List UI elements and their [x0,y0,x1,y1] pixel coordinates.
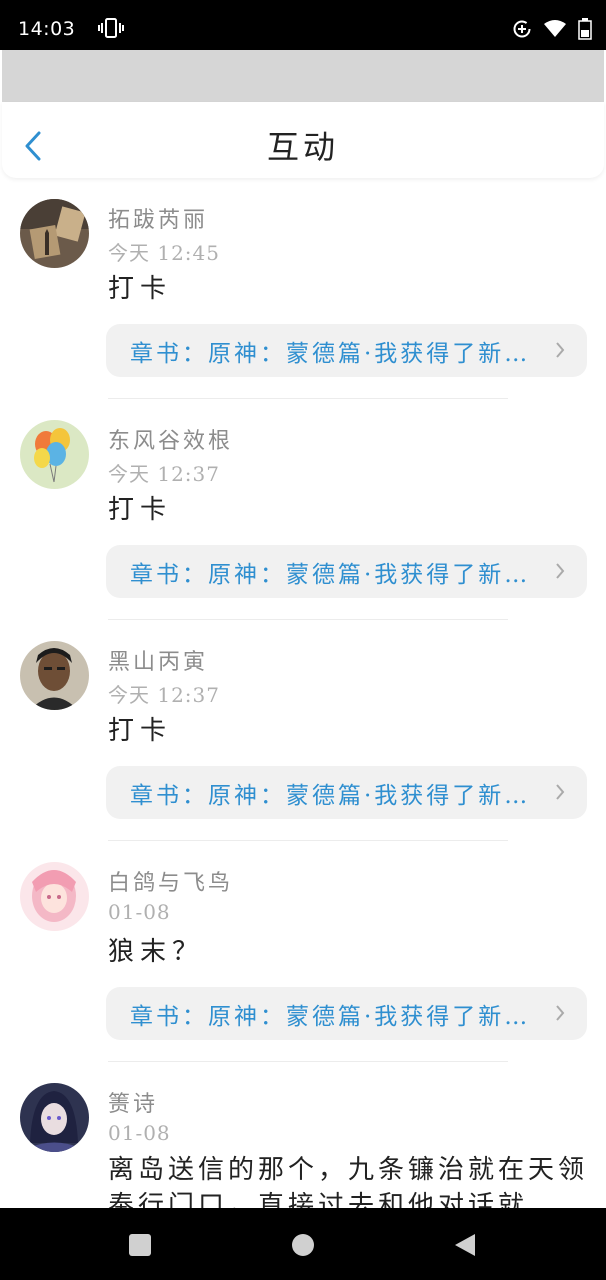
comment-text: 打卡 [108,716,173,746]
wifi-icon [544,20,566,38]
status-icons [98,18,592,40]
top-spacer [2,50,604,102]
chapter-link[interactable]: 章书：原神：蒙德篇·我获得了新… [106,324,587,377]
divider [108,398,508,399]
home-icon [292,1234,314,1256]
username[interactable]: 白鸽与飞鸟 [108,865,233,897]
comment-list[interactable]: 拓跋芮丽 今天 12:45 打卡 章书：原神：蒙德篇·我获得了新… 东风谷效根 … [0,186,606,1208]
comment-text: 打卡 [108,495,173,525]
timestamp: 今天 12:45 [108,241,220,265]
comment-item: 黑山丙寅 今天 12:37 打卡 章书：原神：蒙德篇·我获得了新… [0,628,606,849]
timestamp: 01-08 [108,1121,171,1145]
comment-text: 打卡 [108,274,173,304]
comment-text: 狼末？ [108,937,205,967]
avatar[interactable] [20,199,89,268]
system-back-button[interactable] [450,1230,480,1260]
chevron-right-icon [556,784,565,800]
status-time: 14:03 [18,18,76,40]
avatar[interactable] [20,641,89,710]
username[interactable]: 东风谷效根 [108,423,233,455]
chapter-link-label: 章书：原神：蒙德篇·我获得了新… [130,561,531,588]
navigation-bar [0,1208,606,1280]
back-triangle-icon [455,1234,475,1256]
timestamp: 01-08 [108,900,171,924]
chapter-link-label: 章书：原神：蒙德篇·我获得了新… [130,782,531,809]
timestamp: 今天 12:37 [108,462,220,486]
comment-text: 离岛送信的那个，九条镰治就在天领奉行门口，直接过去和他对话就 [108,1155,589,1208]
avatar[interactable] [20,862,89,931]
chapter-link[interactable]: 章书：原神：蒙德篇·我获得了新… [106,766,587,819]
data-saver-icon [512,19,532,39]
header-bar: 互动 [2,102,604,178]
battery-icon [578,18,592,40]
divider [108,1061,508,1062]
comment-item: 东风谷效根 今天 12:37 打卡 章书：原神：蒙德篇·我获得了新… [0,407,606,628]
chapter-link-label: 章书：原神：蒙德篇·我获得了新… [130,340,531,367]
divider [108,619,508,620]
avatar[interactable] [20,420,89,489]
chapter-link[interactable]: 章书：原神：蒙德篇·我获得了新… [106,545,587,598]
chevron-right-icon [556,1005,565,1021]
vibrate-icon [98,18,124,38]
chapter-link[interactable]: 章书：原神：蒙德篇·我获得了新… [106,987,587,1040]
page-title: 互动 [266,128,339,166]
recent-apps-icon [129,1234,151,1256]
chevron-right-icon [556,342,565,358]
username[interactable]: 箦诗 [108,1086,158,1118]
timestamp: 今天 12:37 [108,683,220,707]
username[interactable]: 拓跋芮丽 [108,202,208,234]
comment-item: 拓跋芮丽 今天 12:45 打卡 章书：原神：蒙德篇·我获得了新… [0,186,606,407]
divider [108,840,508,841]
comment-item: 箦诗 01-08 离岛送信的那个，九条镰治就在天领奉行门口，直接过去和他对话就 [0,1070,606,1208]
chevron-right-icon [556,563,565,579]
home-button[interactable] [288,1230,318,1260]
recent-apps-button[interactable] [125,1230,155,1260]
comment-item: 白鸽与飞鸟 01-08 狼末？ 章书：原神：蒙德篇·我获得了新… [0,849,606,1070]
avatar[interactable] [20,1083,89,1152]
username[interactable]: 黑山丙寅 [108,644,208,676]
chapter-link-label: 章书：原神：蒙德篇·我获得了新… [130,1003,531,1030]
status-bar: 14:03 [0,0,606,50]
